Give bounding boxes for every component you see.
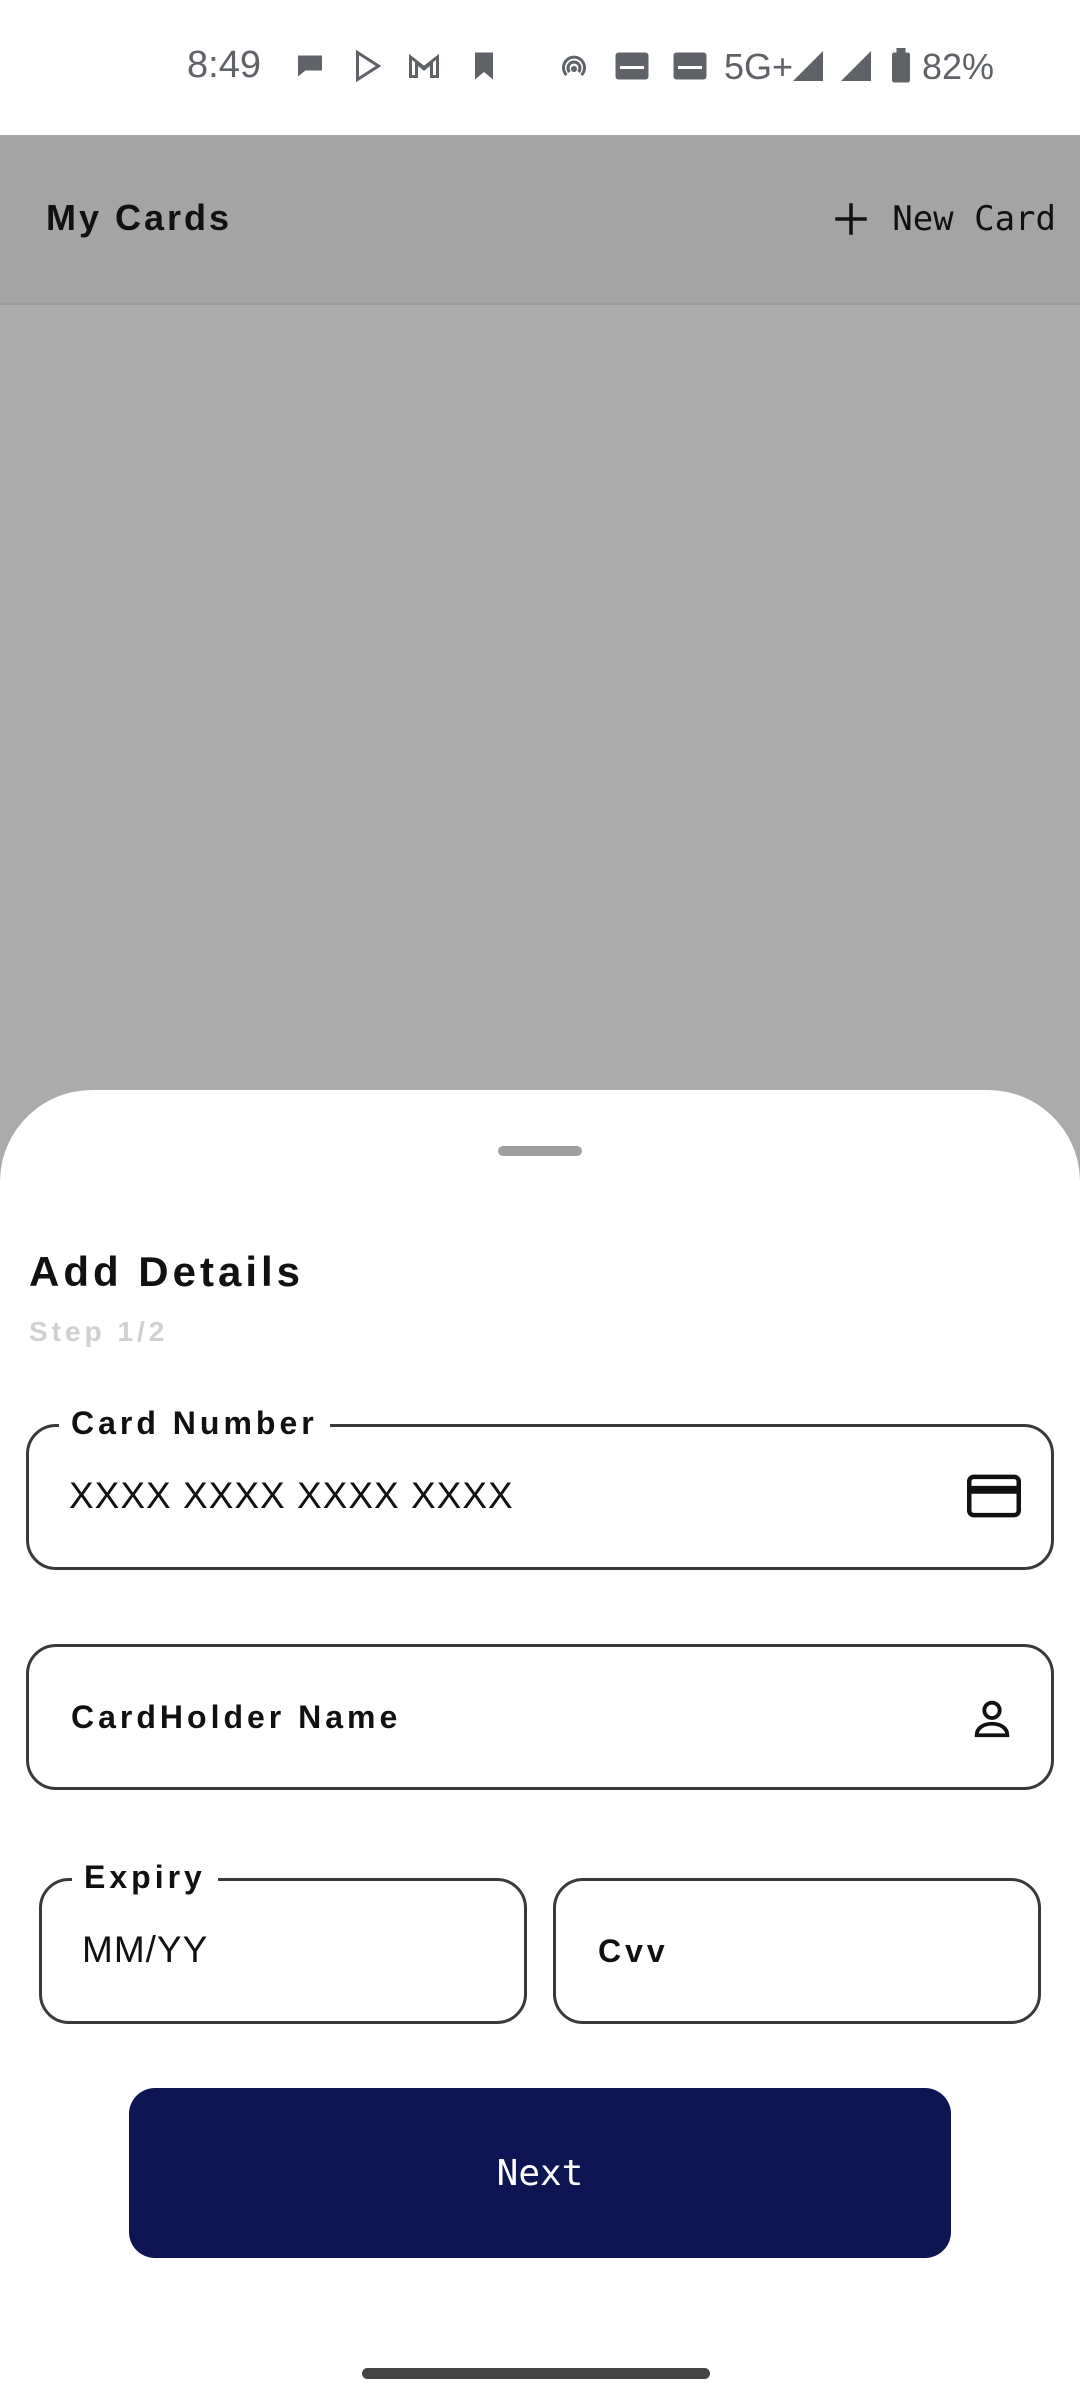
expiry-label: Expiry: [72, 1855, 218, 1899]
cvv-placeholder: Cvv: [598, 1933, 669, 1969]
battery-icon: [892, 48, 910, 83]
status-bar: 8:49 5G+ 82%: [0, 0, 1080, 135]
card-number-label: Card Number: [59, 1401, 330, 1445]
cardholder-name-field[interactable]: CardHolder Name: [26, 1644, 1054, 1790]
volte-nr-icon: [673, 52, 707, 80]
cardholder-name-placeholder: CardHolder Name: [71, 1699, 402, 1735]
app-bar: My Cards New Card: [0, 135, 1080, 305]
network-type: 5G+: [724, 46, 794, 87]
expiry-field[interactable]: Expiry MM/YY: [39, 1855, 527, 2024]
sheet-title: Add Details: [29, 1248, 305, 1295]
battery-level: 82%: [922, 46, 995, 87]
home-indicator[interactable]: [362, 2368, 710, 2379]
new-card-button[interactable]: New Card: [830, 187, 1056, 251]
volte-lte-icon: [615, 52, 649, 80]
card-number-field[interactable]: Card Number XXXX XXXX XXXX XXXX: [26, 1401, 1054, 1570]
signal-icon: [841, 51, 871, 81]
page-title: My Cards: [46, 197, 233, 238]
gmail-icon: [409, 53, 439, 78]
chat-icon: [298, 55, 322, 77]
cvv-field[interactable]: Cvv: [553, 1878, 1041, 2024]
next-button-label: Next: [496, 2152, 584, 2194]
new-card-label: New Card: [892, 199, 1056, 239]
add-details-sheet: Add Details Step 1/2 Card Number XXXX XX…: [0, 1090, 1080, 2400]
expiry-value[interactable]: MM/YY: [82, 1929, 208, 1971]
next-button[interactable]: Next: [129, 2088, 951, 2258]
step-indicator: Step 1/2: [29, 1316, 169, 1347]
person-icon: [974, 1700, 1010, 1738]
drag-handle[interactable]: [498, 1146, 582, 1156]
play-store-icon: [356, 49, 382, 83]
credit-card-icon: [967, 1474, 1021, 1518]
status-time: 8:49: [187, 44, 261, 86]
plus-icon: [835, 203, 867, 235]
signal-icon: [793, 51, 823, 81]
card-number-value[interactable]: XXXX XXXX XXXX XXXX: [69, 1475, 514, 1517]
bookmark-icon: [475, 52, 493, 80]
hotspot-icon: [562, 55, 586, 77]
